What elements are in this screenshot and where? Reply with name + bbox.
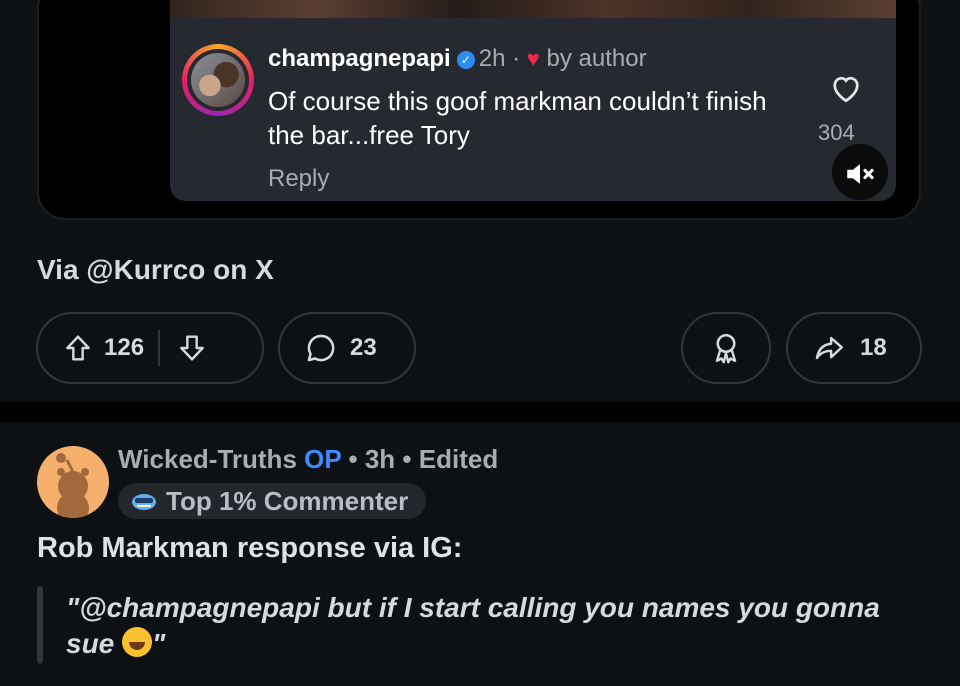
share-arrow-icon [815,336,843,360]
share-button[interactable]: 18 [786,312,922,384]
ig-time: 2h [478,45,506,72]
ig-username: champagnepapi [268,45,451,72]
ig-liked-by: by author [546,45,647,72]
ig-separator: · [512,45,521,72]
video-frame-preview [170,0,896,18]
comments-button[interactable]: 23 [278,312,416,384]
mute-button[interactable] [832,144,888,200]
comment-author[interactable]: Wicked-Truths [118,444,297,474]
meta-bullet: • [402,444,412,474]
snoo-avatar-icon [56,453,89,518]
section-divider [0,402,960,422]
comment-meta: Wicked-Truths OP • 3h • Edited [118,444,498,475]
upvote-count: 126 [104,334,145,361]
top-commenter-icon [132,494,156,510]
vote-controls: 126 [36,312,264,384]
op-badge: OP [304,444,342,474]
ig-comment-text: Of course this goof markman couldn’t fin… [268,86,767,150]
verified-icon: ✓ [456,51,475,69]
ig-avatar-photo [191,53,245,107]
flair-text: Top 1% Commenter [166,485,409,516]
share-count: 18 [860,334,887,361]
quote-close: " [152,628,166,659]
award-button[interactable] [681,312,771,384]
comment-bubble-icon [307,334,335,362]
ig-like-count: 304 [818,120,855,145]
downvote-arrow-icon[interactable] [176,332,208,364]
upvote-arrow-icon[interactable] [62,332,94,364]
ig-comment-header: champagnepapi ✓ 2h · ♥ by author [268,44,647,74]
ig-avatar [182,44,254,116]
heart-filled-icon: ♥ [526,46,540,71]
quote-text: "@champagnepapi but if I start calling y… [66,592,880,659]
comment-count: 23 [350,334,377,361]
ig-reply-link: Reply [268,165,330,192]
award-icon [715,333,737,364]
heart-outline-icon [833,76,859,103]
meta-bullet: • [348,444,358,474]
blockquote-bar [37,586,43,664]
comment-body: Rob Markman response via IG: [37,532,463,564]
user-avatar[interactable] [37,446,109,518]
vote-divider [158,330,161,366]
comment-quote: "@champagnepapi but if I start calling y… [66,590,926,662]
comment-time: 3h [364,444,396,474]
user-flair: Top 1% Commenter [118,483,427,519]
edited-label: Edited [418,444,499,474]
post-caption: Via @Kurrco on X [37,254,274,285]
laughing-tears-emoji-icon [122,627,153,657]
speaker-muted-icon [847,164,874,185]
